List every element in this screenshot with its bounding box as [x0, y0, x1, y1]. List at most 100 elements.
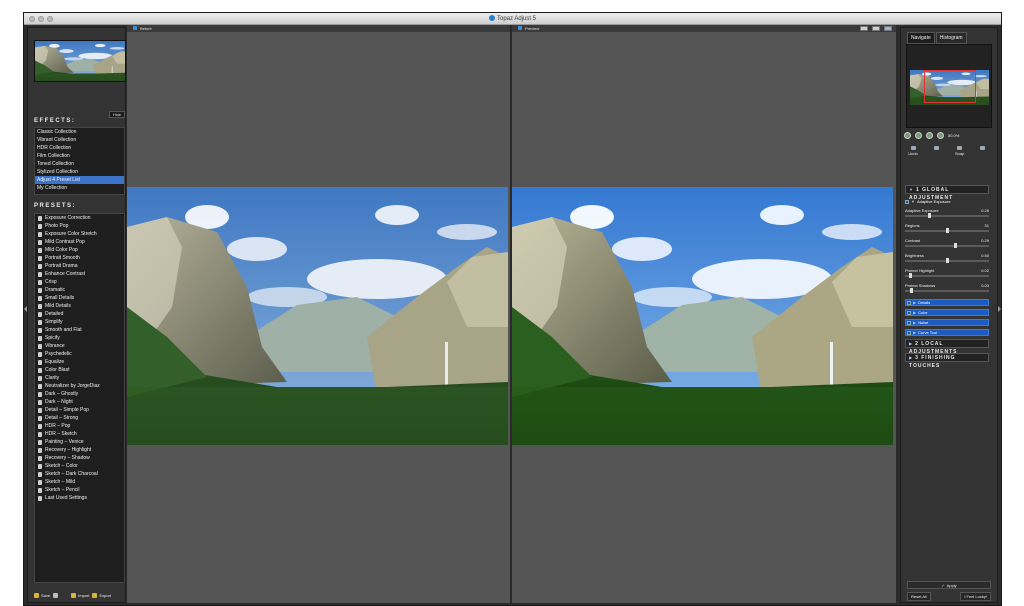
zoom-actual-icon[interactable]	[937, 132, 944, 139]
slider-track[interactable]	[905, 245, 989, 247]
slider-knob[interactable]	[909, 288, 913, 293]
enable-checkbox[interactable]	[907, 300, 911, 305]
preset-item[interactable]: Spicify	[35, 334, 124, 342]
preset-item[interactable]: Sketch – Color	[35, 462, 124, 470]
slider-value[interactable]: 0.29	[981, 238, 989, 243]
preset-item[interactable]: Dark – Ghostly	[35, 390, 124, 398]
preset-item[interactable]: Color Blast	[35, 366, 124, 374]
slider-knob[interactable]	[909, 273, 913, 278]
preset-item[interactable]: Simplify	[35, 318, 124, 326]
preset-item[interactable]: Dark – Night	[35, 398, 124, 406]
redo-button[interactable]	[927, 146, 945, 156]
slider-knob[interactable]	[945, 258, 949, 263]
enable-checkbox[interactable]	[907, 330, 911, 335]
undo-button[interactable]: Undo	[904, 146, 922, 156]
preset-item[interactable]: Clarity	[35, 374, 124, 382]
slider-value[interactable]: 0.50	[981, 253, 989, 258]
import-button[interactable]: Import	[71, 591, 89, 599]
slider-value[interactable]: 0.03	[981, 283, 989, 288]
preview-image[interactable]	[512, 187, 893, 445]
preset-item[interactable]: Photo Pop	[35, 222, 124, 230]
preset-item[interactable]: Equalize	[35, 358, 124, 366]
slider-track[interactable]	[905, 290, 989, 292]
preset-item[interactable]: Psychedelic	[35, 350, 124, 358]
navigator-image[interactable]	[910, 70, 989, 105]
single-view-icon[interactable]	[860, 26, 868, 31]
effect-item[interactable]: Film Collection	[35, 152, 124, 160]
split-view-icon[interactable]	[872, 26, 880, 31]
preset-item[interactable]: Sketch – Mild	[35, 478, 124, 486]
preset-item[interactable]: Detail – Simple Pop	[35, 406, 124, 414]
preset-item[interactable]: Portrait Smooth	[35, 254, 124, 262]
preset-item[interactable]: Recovery – Highlight	[35, 446, 124, 454]
export-button[interactable]: Export	[92, 591, 111, 599]
folder-button[interactable]	[53, 591, 60, 599]
preset-item[interactable]: Exposure Correction	[35, 214, 124, 222]
preset-item[interactable]: Sketch – Dark Charcoal	[35, 470, 124, 478]
preset-item[interactable]: Dramatic	[35, 286, 124, 294]
preset-item[interactable]: Portrait Drama	[35, 262, 124, 270]
tab-histogram[interactable]: Histogram	[935, 32, 967, 44]
subsection-noise[interactable]: ▶ Noise	[905, 319, 989, 326]
slider-knob[interactable]	[953, 243, 957, 248]
feel-lucky-button[interactable]: I Feel Lucky!	[960, 592, 991, 601]
effect-item[interactable]: Classic Collection	[35, 128, 124, 136]
slider-track[interactable]	[905, 275, 989, 277]
enable-checkbox[interactable]	[907, 320, 911, 325]
preset-item[interactable]: Painting – Venice	[35, 438, 124, 446]
preset-item[interactable]: Sketch – Pencil	[35, 486, 124, 494]
preset-item[interactable]: Mild Color Pop	[35, 246, 124, 254]
slider-track[interactable]	[905, 215, 989, 217]
effect-item[interactable]: Adjust 4 Preset List	[35, 176, 124, 184]
collapse-left-arrow-icon[interactable]	[24, 306, 27, 312]
preset-item[interactable]: Detailed	[35, 310, 124, 318]
preset-item[interactable]: Mild Contrast Pop	[35, 238, 124, 246]
effect-item[interactable]: Vibrant Collection	[35, 136, 124, 144]
before-image[interactable]	[127, 187, 508, 445]
preset-item[interactable]: Last Used Settings	[35, 494, 124, 502]
slider-knob[interactable]	[927, 213, 931, 218]
effect-item[interactable]: HDR Collection	[35, 144, 124, 152]
slider-knob[interactable]	[945, 228, 949, 233]
effect-item[interactable]: Stylized Collection	[35, 168, 124, 176]
effect-item[interactable]: My Collection	[35, 184, 124, 192]
enable-checkbox[interactable]	[905, 199, 909, 204]
preset-item[interactable]: Enhance Contrast	[35, 270, 124, 278]
subsection-color[interactable]: ▶ Color	[905, 309, 989, 316]
save-button[interactable]: Save	[34, 591, 50, 599]
side-by-side-view-icon[interactable]	[884, 26, 892, 31]
zoom-fit-icon[interactable]	[926, 132, 933, 139]
enable-checkbox[interactable]	[907, 310, 911, 315]
tab-navigate[interactable]: Navigate	[907, 32, 935, 44]
slider-value[interactable]: 0.28	[981, 208, 989, 213]
preset-item[interactable]: Crisp	[35, 278, 124, 286]
preset-item[interactable]: Detail – Strong	[35, 414, 124, 422]
finishing-touches-header[interactable]: ▶ 3 FINISHING TOUCHES	[905, 353, 989, 369]
hide-button[interactable]: Hide	[109, 111, 125, 118]
collapse-right-arrow-icon[interactable]	[998, 306, 1001, 312]
zoom-in-icon[interactable]	[915, 132, 922, 139]
preset-item[interactable]: Small Details	[35, 294, 124, 302]
subsection-details[interactable]: ▶ Details	[905, 299, 989, 306]
preset-item[interactable]: Exposure Color Stretch	[35, 230, 124, 238]
preset-item[interactable]: Vibrance	[35, 342, 124, 350]
effect-item[interactable]: Toned Collection	[35, 160, 124, 168]
global-adjustment-header[interactable]: ▼ 1 GLOBAL ADJUSTMENT	[905, 185, 989, 201]
preset-item[interactable]: Recovery – Shadow	[35, 454, 124, 462]
preset-item[interactable]: HDR – Sketch	[35, 430, 124, 438]
slider-value[interactable]: 31	[985, 223, 989, 228]
zoom-out-icon[interactable]	[904, 132, 911, 139]
comment-button[interactable]	[974, 146, 992, 156]
preset-item[interactable]: Mild Details	[35, 302, 124, 310]
snap-button[interactable]: Snap	[951, 146, 969, 156]
navigator-viewport-rect[interactable]	[924, 70, 976, 103]
slider-value[interactable]: 0.02	[981, 268, 989, 273]
preset-item[interactable]: Smooth and Flat	[35, 326, 124, 334]
preset-item[interactable]: HDR – Pop	[35, 422, 124, 430]
local-adjustments-header[interactable]: ▶ 2 LOCAL ADJUSTMENTS	[905, 339, 989, 355]
preset-item[interactable]: Neutralizer by JorgeDiaz	[35, 382, 124, 390]
adaptive-exposure-header[interactable]: ▼ Adaptive Exposure	[905, 198, 989, 205]
subsection-curve-tool[interactable]: ▶ Curve Tool	[905, 329, 989, 336]
reset-all-button[interactable]: Reset All	[907, 592, 931, 601]
apply-button[interactable]: ✔ Apply	[907, 581, 991, 589]
